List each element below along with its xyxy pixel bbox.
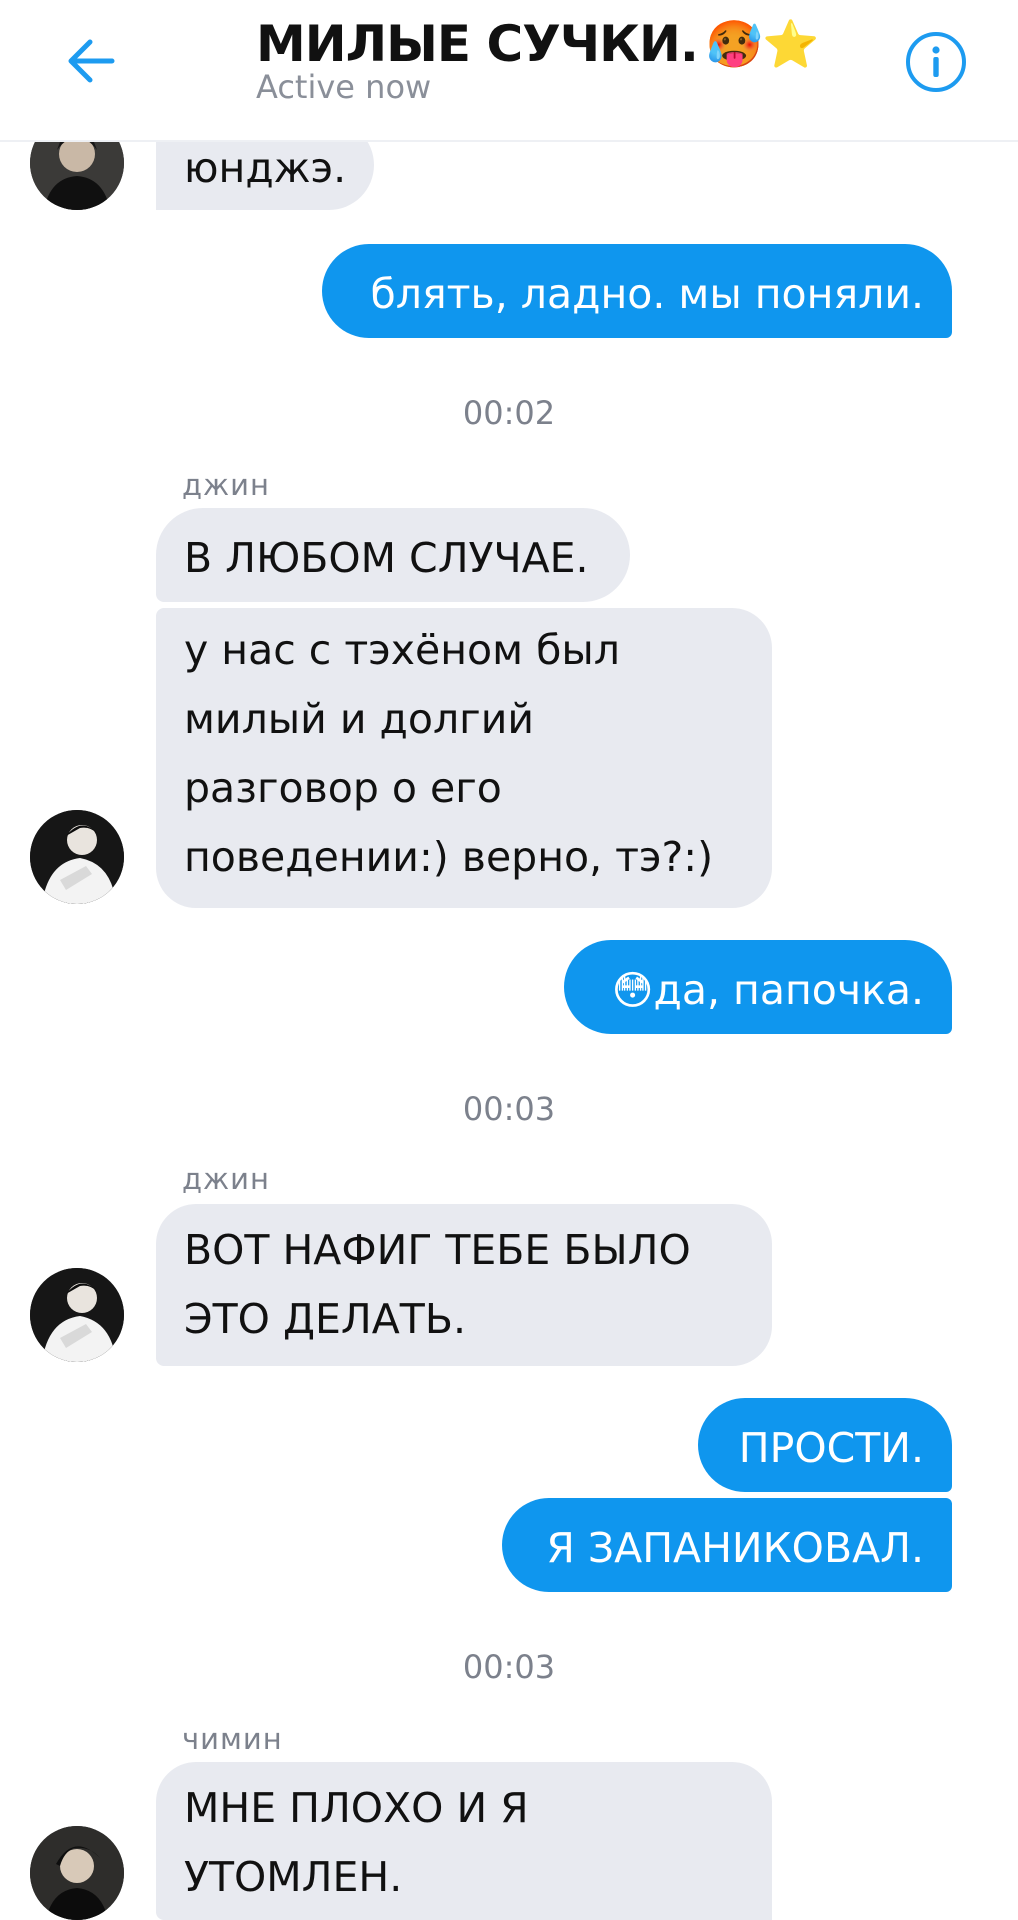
chat-title[interactable]: МИЛЫЕ СУЧКИ. 🥵⭐ — [256, 14, 820, 74]
sender-name: джин — [182, 468, 270, 502]
timestamp: 00:02 — [462, 394, 556, 432]
message-line: УТОМЛЕН. — [184, 1853, 403, 1901]
message-bubble-outgoing[interactable]: 😳да, папочка. — [564, 940, 952, 1034]
chat-title-text: МИЛЫЕ СУЧКИ. — [256, 15, 699, 73]
message-text: юнджэ. — [184, 144, 347, 192]
message-text: В ЛЮБОМ СЛУЧАЕ. — [184, 534, 589, 582]
message-bubble-incoming[interactable]: у нас с тэхёном был милый и долгий разго… — [156, 608, 772, 908]
avatar[interactable] — [30, 810, 124, 904]
info-icon — [932, 46, 940, 77]
active-status: Active now — [256, 68, 432, 106]
message-line: милый и долгий — [184, 695, 534, 743]
message-text: да, папочка. — [653, 966, 924, 1014]
chat-header: МИЛЫЕ СУЧКИ. 🥵⭐ Active now — [0, 0, 1018, 142]
message-bubble-incoming[interactable]: ВОТ НАФИГ ТЕБЕ БЫЛО ЭТО ДЕЛАТЬ. — [156, 1204, 772, 1366]
message-line: разговор о его — [184, 764, 502, 812]
flushed-face-icon: 😳 — [611, 968, 654, 1014]
message-bubble-outgoing[interactable]: ПРОСТИ. — [698, 1398, 952, 1492]
arrow-left-icon — [68, 39, 115, 83]
message-list[interactable]: юнджэ. блять, ладно. мы поняли. 00:02 дж… — [0, 0, 1018, 1920]
avatar[interactable] — [30, 1826, 124, 1920]
info-button[interactable] — [906, 32, 966, 92]
message-line: МНЕ ПЛОХО И Я — [184, 1784, 529, 1832]
message-bubble-outgoing[interactable]: Я ЗАПАНИКОВАЛ. — [502, 1498, 952, 1592]
timestamp: 00:03 — [462, 1648, 556, 1686]
sender-name: чимин — [182, 1722, 283, 1756]
message-text: Я ЗАПАНИКОВАЛ. — [546, 1524, 924, 1572]
message-line: ВОТ НАФИГ ТЕБЕ БЫЛО — [184, 1226, 691, 1274]
message-bubble-outgoing[interactable]: блять, ладно. мы поняли. — [322, 244, 952, 338]
back-button[interactable] — [58, 28, 124, 94]
sender-name: джин — [182, 1162, 270, 1196]
message-line: ЭТО ДЕЛАТЬ. — [184, 1295, 466, 1343]
message-line: у нас с тэхёном был — [184, 626, 620, 674]
title-emoji: 🥵⭐ — [705, 16, 820, 71]
message-bubble-incoming[interactable]: МНЕ ПЛОХО И Я УТОМЛЕН. — [156, 1762, 772, 1920]
message-bubble-incoming[interactable]: В ЛЮБОМ СЛУЧАЕ. — [156, 508, 630, 602]
message-text: блять, ладно. мы поняли. — [370, 270, 924, 318]
message-text: ПРОСТИ. — [738, 1424, 924, 1472]
message-line: поведении:) верно, тэ?:) — [184, 833, 714, 881]
timestamp: 00:03 — [462, 1090, 556, 1128]
avatar[interactable] — [30, 1268, 124, 1362]
